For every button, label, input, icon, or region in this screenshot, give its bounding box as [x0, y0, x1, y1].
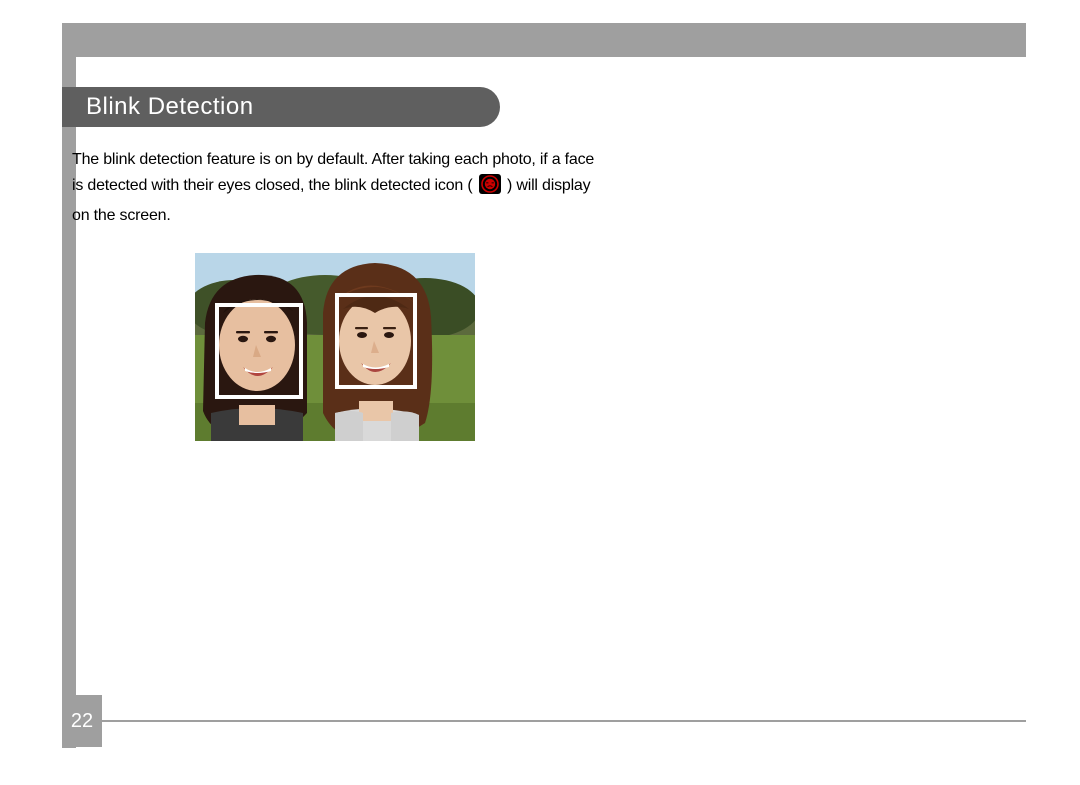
footer-rule	[102, 720, 1026, 722]
top-bar	[62, 23, 1026, 57]
sidebar-strip	[62, 23, 76, 748]
page-number-text: 22	[71, 710, 93, 733]
example-photo	[195, 253, 475, 441]
blink-detected-icon	[479, 174, 501, 203]
page-number: 22	[62, 695, 102, 747]
manual-page: Blink Detection The blink detection feat…	[0, 0, 1080, 785]
section-heading: Blink Detection	[62, 87, 500, 127]
body-paragraph: The blink detection feature is on by def…	[72, 147, 602, 229]
section-heading-text: Blink Detection	[86, 93, 254, 120]
